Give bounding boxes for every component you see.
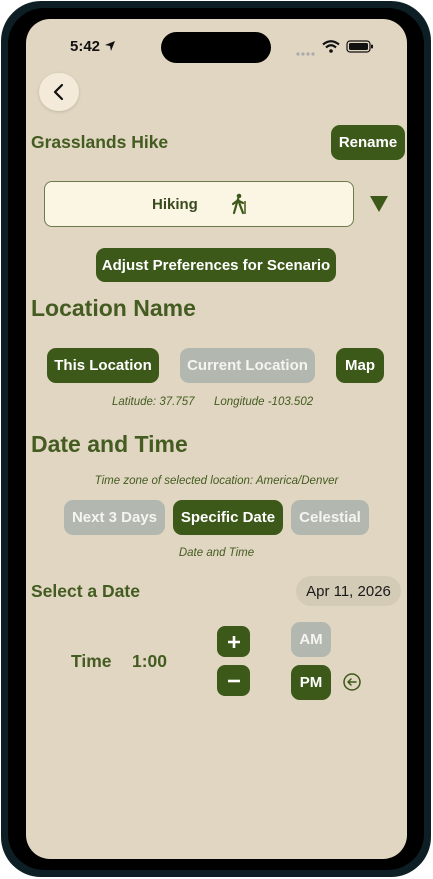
arrow-left-circle-icon: [342, 672, 362, 697]
status-time: 5:42: [70, 38, 116, 55]
minus-icon: [227, 679, 240, 682]
activity-label: Hiking: [152, 196, 198, 213]
scenario-title: Grasslands Hike: [31, 132, 169, 152]
location-arrow-icon: [105, 41, 116, 51]
dynamic-island: [161, 32, 271, 63]
hiker-icon: [231, 193, 246, 215]
longitude-text: Longitude -103.502: [214, 396, 314, 408]
signal-icon: [296, 43, 318, 61]
rename-button[interactable]: Rename: [331, 125, 405, 160]
this-location-button[interactable]: This Location: [47, 348, 159, 383]
current-location-button[interactable]: Current Location: [180, 348, 315, 383]
date-time-caption: Date and Time: [178, 547, 255, 559]
pm-button[interactable]: PM: [291, 665, 331, 700]
tab-next-3-days[interactable]: Next 3 Days: [64, 500, 165, 535]
wifi-icon: [322, 40, 340, 58]
chevron-left-icon: [53, 83, 64, 101]
decrement-time-button[interactable]: [217, 665, 250, 696]
date-picker-button[interactable]: Apr 11, 2026: [296, 576, 401, 606]
select-date-label: Select a Date: [31, 581, 140, 601]
plus-icon: [227, 635, 240, 648]
battery-icon: [346, 40, 374, 58]
location-heading: Location Name: [31, 295, 196, 321]
increment-time-button[interactable]: [217, 626, 250, 657]
time-value: 1:00: [132, 651, 168, 671]
date-time-heading: Date and Time: [31, 431, 188, 457]
tab-specific-date[interactable]: Specific Date: [173, 500, 283, 535]
latitude-text: Latitude: 37.757: [112, 396, 195, 408]
time-label: Time: [71, 651, 112, 671]
back-button[interactable]: [39, 73, 79, 111]
tab-celestial[interactable]: Celestial: [291, 500, 369, 535]
dropdown-arrow-icon[interactable]: [369, 195, 389, 218]
adjust-preferences-button[interactable]: Adjust Preferences for Scenario: [96, 248, 336, 282]
timezone-text: Time zone of selected location: America/…: [94, 475, 339, 487]
map-button[interactable]: Map: [336, 348, 384, 383]
app-screen: 5:42 Grasslands Hike Rename Hiking Adjus…: [26, 19, 407, 859]
am-button[interactable]: AM: [291, 622, 331, 657]
activity-dropdown[interactable]: Hiking: [44, 181, 354, 227]
